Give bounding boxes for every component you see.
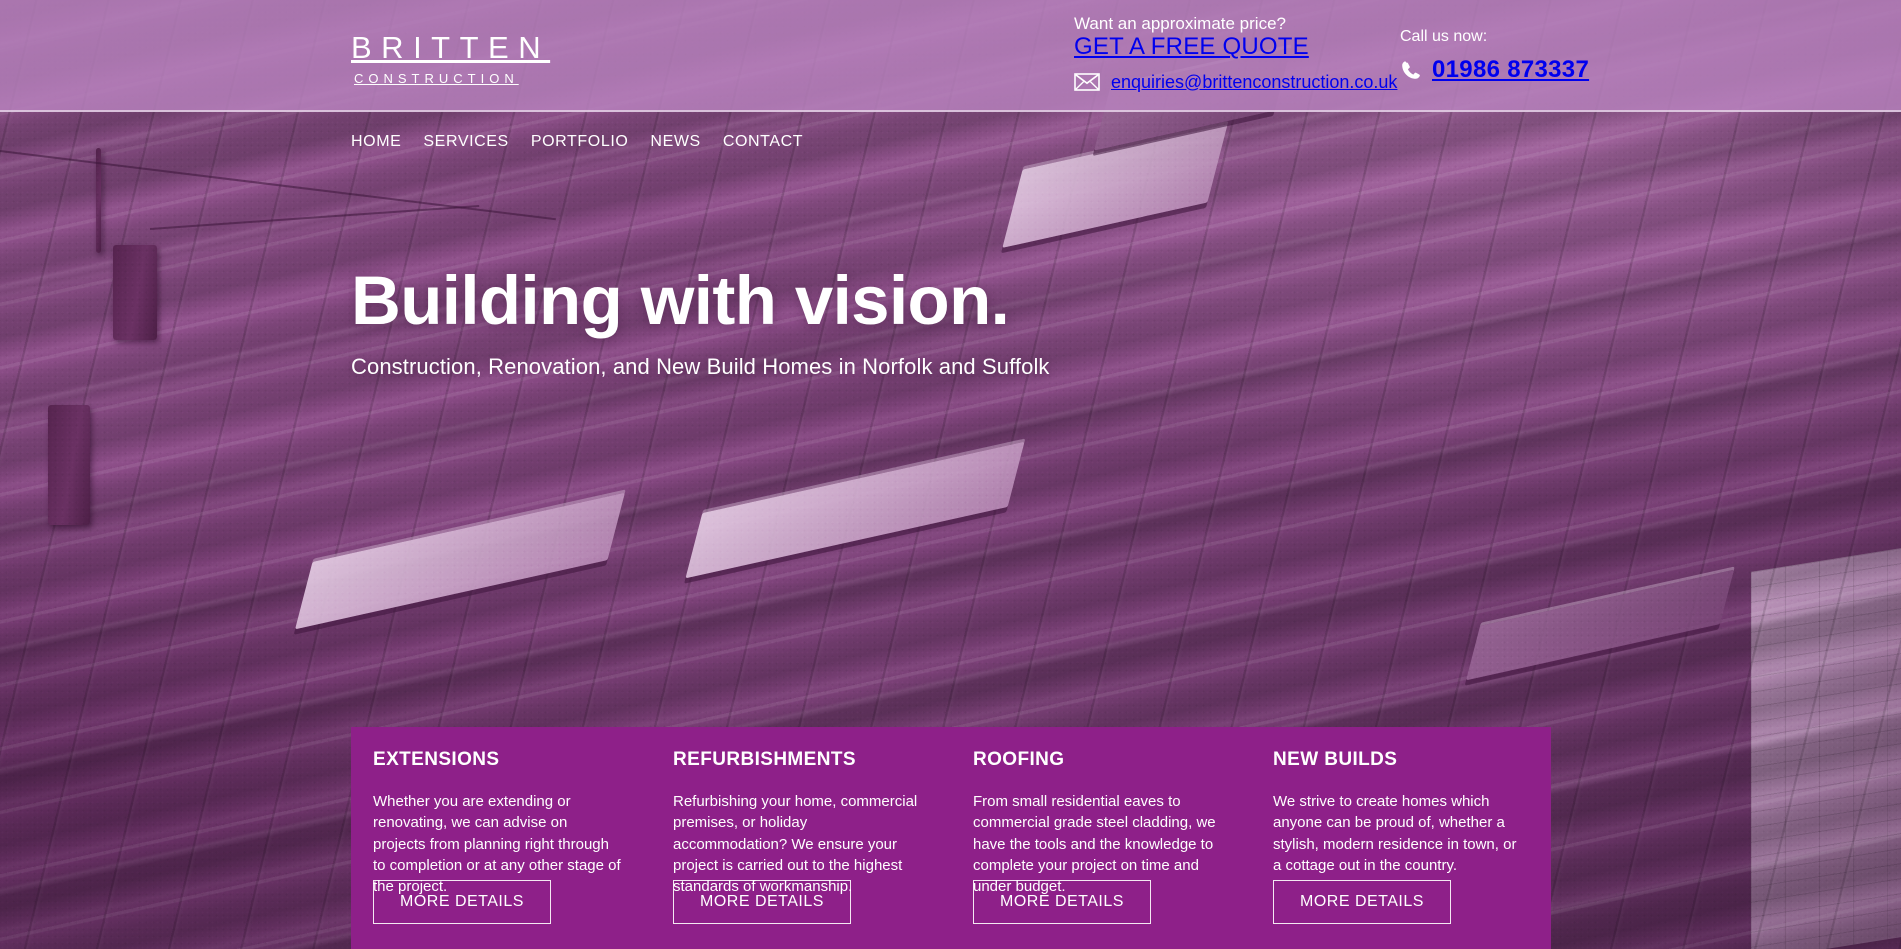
- site-header: BRITTEN CONSTRUCTION Want an approximate…: [0, 0, 1901, 112]
- email-link[interactable]: enquiries@brittenconstruction.co.uk: [1111, 72, 1397, 93]
- more-details-button[interactable]: MORE DETAILS: [973, 880, 1151, 924]
- phone-row: 01986 873337: [1400, 56, 1589, 84]
- service-card-roofing: ROOFING From small residential eaves to …: [951, 749, 1251, 949]
- call-block: Call us now: 01986 873337: [1400, 28, 1589, 84]
- logo-subtitle-text: CONSTRUCTION: [354, 71, 519, 86]
- more-details-button[interactable]: MORE DETAILS: [673, 880, 851, 924]
- service-card-refurbishments: REFURBISHMENTS Refurbishing your home, c…: [651, 749, 951, 949]
- phone-number-link[interactable]: 01986 873337: [1432, 56, 1589, 84]
- nav-item-portfolio[interactable]: PORTFOLIO: [531, 129, 643, 155]
- homepage: BRITTEN CONSTRUCTION Want an approximate…: [0, 0, 1901, 949]
- hero-section: Building with vision. Construction, Reno…: [351, 266, 1050, 380]
- more-details-button[interactable]: MORE DETAILS: [373, 880, 551, 924]
- call-label: Call us now:: [1400, 28, 1488, 45]
- hero-tagline: Construction, Renovation, and New Build …: [351, 354, 1050, 379]
- service-cards-panel: EXTENSIONS Whether you are extending or …: [351, 727, 1551, 949]
- service-card-title: ROOFING: [973, 749, 1065, 770]
- more-details-button[interactable]: MORE DETAILS: [1273, 880, 1451, 924]
- nav-item-services[interactable]: SERVICES: [423, 129, 522, 155]
- service-card-title: EXTENSIONS: [373, 749, 500, 770]
- site-logo[interactable]: BRITTEN CONSTRUCTION: [351, 32, 550, 85]
- nav-item-home[interactable]: HOME: [351, 129, 415, 155]
- hero-heading: Building with vision.: [351, 262, 1010, 339]
- service-card-extensions: EXTENSIONS Whether you are extending or …: [351, 749, 651, 949]
- get-free-quote-link[interactable]: GET A FREE QUOTE: [1074, 33, 1309, 60]
- service-card-title: NEW BUILDS: [1273, 749, 1398, 770]
- nav-item-news[interactable]: NEWS: [650, 129, 714, 155]
- envelope-icon: [1074, 73, 1100, 92]
- phone-icon: [1400, 59, 1422, 81]
- nav-item-contact[interactable]: CONTACT: [723, 129, 817, 155]
- header-divider: [0, 110, 1901, 112]
- service-card-title: REFURBISHMENTS: [673, 749, 856, 770]
- quote-block: Want an approximate price? GET A FREE QU…: [1074, 14, 1397, 93]
- main-navigation: HOME SERVICES PORTFOLIO NEWS CONTACT: [351, 129, 825, 155]
- quote-prompt: Want an approximate price?: [1074, 14, 1286, 33]
- service-card-new-builds: NEW BUILDS We strive to create homes whi…: [1251, 749, 1551, 949]
- email-row: enquiries@brittenconstruction.co.uk: [1074, 72, 1397, 93]
- service-card-body: We strive to create homes which anyone c…: [1273, 793, 1517, 874]
- logo-brand-text: BRITTEN: [351, 30, 551, 65]
